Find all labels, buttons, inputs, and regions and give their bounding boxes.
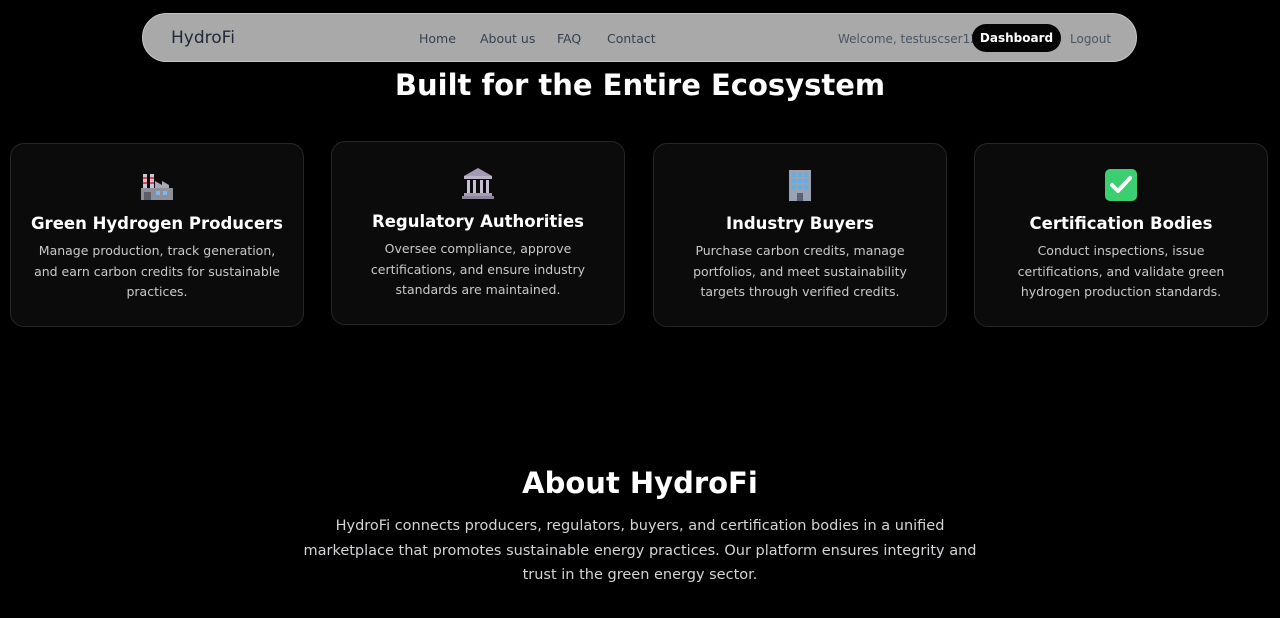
card-description: Manage production, track generation, and…: [34, 243, 280, 299]
card-industry-buyers: Industry Buyers Purchase carbon credits,…: [653, 143, 947, 327]
card-title: Certification Bodies: [1029, 214, 1213, 233]
nav-link-about-us[interactable]: About us: [480, 31, 535, 46]
card-description: Conduct inspections, issue certification…: [1017, 243, 1225, 299]
card-title: Regulatory Authorities: [372, 212, 584, 231]
classical-building-icon: [462, 168, 494, 199]
page: HydroFi Home About us FAQ Contact Welcom…: [0, 0, 1280, 618]
card-description: Oversee compliance, approve certificatio…: [370, 241, 586, 297]
check-mark-icon: [1105, 169, 1137, 201]
welcome-text: Welcome, testuscser12!: [838, 32, 983, 46]
card-green-hydrogen-producers: Green Hydrogen Producers Manage producti…: [10, 143, 304, 327]
nav-link-faq[interactable]: FAQ: [557, 31, 581, 46]
about-title: About HydroFi: [522, 466, 758, 500]
brand-logo[interactable]: HydroFi: [171, 28, 235, 48]
nav-link-contact[interactable]: Contact: [607, 31, 656, 46]
nav-link-home[interactable]: Home: [419, 31, 456, 46]
card-description: Purchase carbon credits, manage portfoli…: [693, 243, 907, 299]
navbar: HydroFi Home About us FAQ Contact Welcom…: [142, 13, 1137, 62]
card-title: Industry Buyers: [725, 214, 875, 233]
logout-link[interactable]: Logout: [1070, 32, 1111, 46]
card-certification-bodies: Certification Bodies Conduct inspections…: [974, 143, 1268, 327]
about-description: HydroFi connects producers, regulators, …: [303, 518, 977, 583]
dashboard-button[interactable]: Dashboard: [972, 24, 1061, 52]
factory-icon: [141, 174, 173, 200]
card-title: Green Hydrogen Producers: [31, 214, 283, 233]
office-building-icon: [789, 170, 811, 201]
ecosystem-title: Built for the Entire Ecosystem: [394, 68, 886, 102]
card-regulatory-authorities: Regulatory Authorities Oversee complianc…: [331, 141, 625, 325]
